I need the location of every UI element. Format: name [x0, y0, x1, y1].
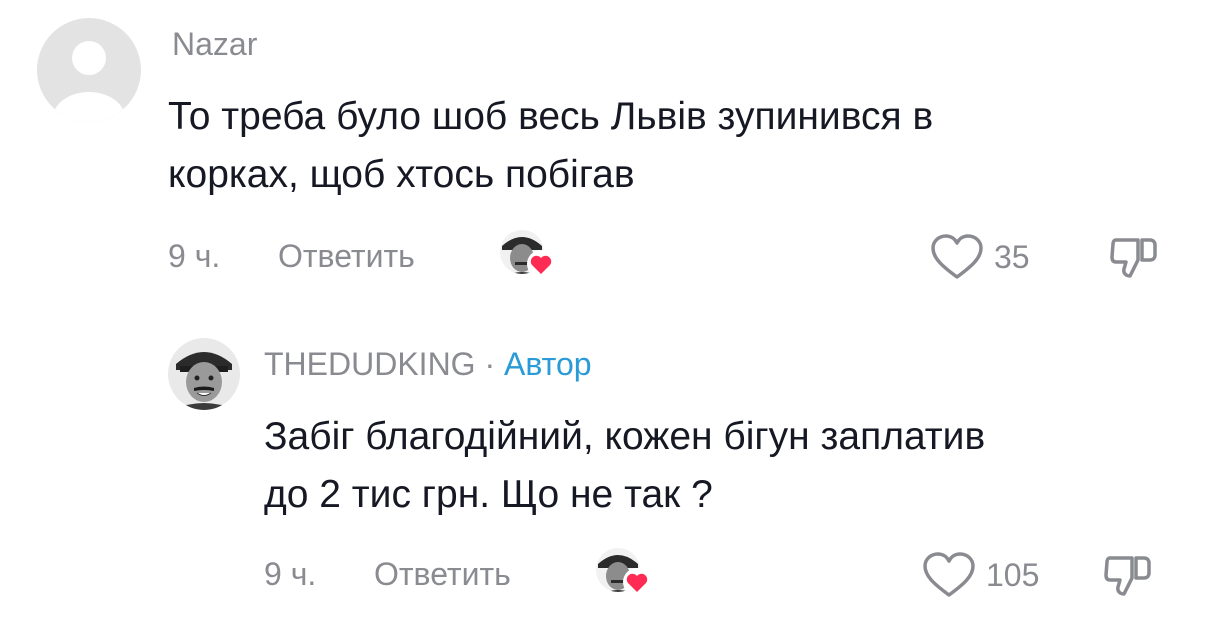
avatar[interactable]: [37, 18, 141, 122]
reply-button[interactable]: Ответить: [278, 236, 415, 276]
comment-text-line: Забіг благодійний, кожен бігун заплатив: [264, 415, 986, 458]
comment-text: Забіг благодійний, кожен бігун заплатив …: [264, 408, 985, 524]
user-photo-avatar-icon: [168, 338, 240, 410]
comment-text-line: до 2 тис грн. Що не так ?: [264, 473, 713, 516]
comment-author[interactable]: THEDUDKING: [264, 346, 476, 382]
comment-text-line: корках, щоб хтось побігав: [168, 153, 635, 196]
heart-outline-icon: [931, 234, 983, 279]
like-button[interactable]: 35: [930, 234, 1030, 280]
creator-heart-badge-icon: [594, 546, 654, 598]
comments-section: Nazar То треба було шоб весь Львів зупин…: [0, 0, 1206, 620]
dislike-button[interactable]: [1104, 552, 1152, 603]
author-badge: Автор: [504, 346, 592, 382]
comment-text-line: То треба було шоб весь Львів зупинився в: [168, 95, 934, 138]
reply-button[interactable]: Ответить: [374, 554, 511, 594]
creator-heart-badge-icon: [498, 228, 558, 280]
like-button[interactable]: 105: [922, 552, 1039, 598]
comment-author-line: THEDUDKING · Автор: [264, 344, 592, 384]
like-count: 105: [986, 557, 1040, 593]
author-separator: ·: [475, 346, 504, 382]
comment-text: То треба було шоб весь Львів зупинився в…: [168, 88, 933, 204]
comment-author[interactable]: Nazar: [172, 26, 257, 62]
heart-outline-icon: [923, 552, 975, 597]
like-count: 35: [994, 239, 1030, 275]
thumbs-down-outline-icon: [1110, 238, 1157, 278]
comment-time: 9 ч.: [168, 238, 221, 274]
avatar[interactable]: [168, 338, 240, 410]
thumbs-down-outline-icon: [1104, 556, 1151, 596]
comment-time: 9 ч.: [264, 556, 317, 592]
default-user-avatar-icon: [37, 18, 141, 122]
dislike-button[interactable]: [1110, 234, 1158, 285]
comment-author-line: Nazar: [172, 24, 257, 64]
